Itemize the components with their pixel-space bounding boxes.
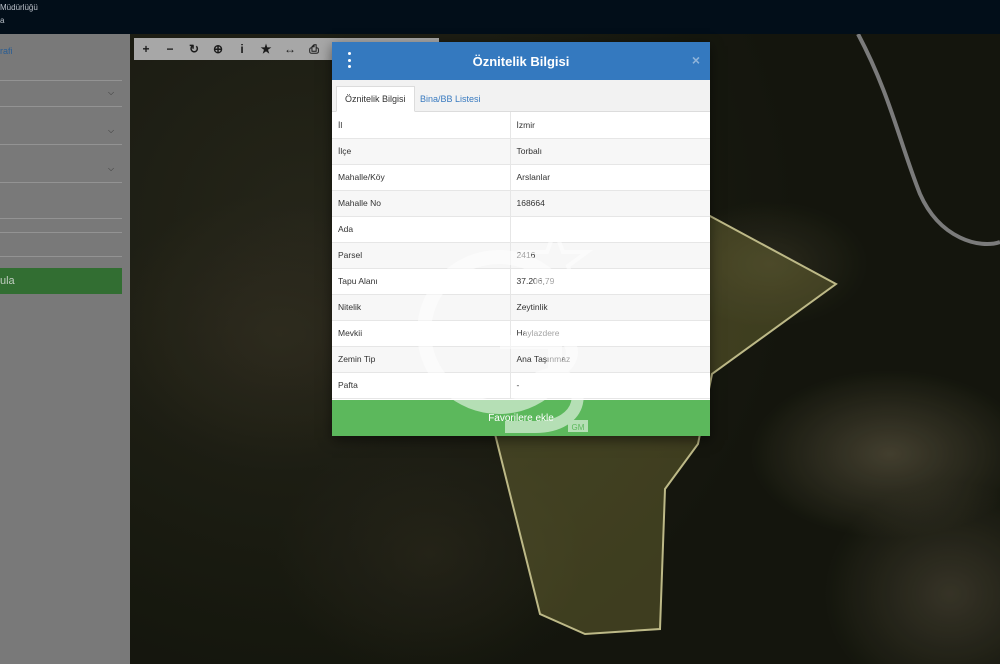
tab-attributes[interactable]: Öznitelik Bilgisi: [336, 86, 415, 112]
table-row: Mahalle/Köy Arslanlar: [332, 164, 710, 191]
attribute-value: -: [510, 372, 710, 399]
table-row: Ada: [332, 216, 710, 243]
dialog-title: Öznitelik Bilgisi: [472, 53, 570, 69]
attribute-key: Ada: [332, 216, 511, 243]
table-row: Parsel 2416: [332, 242, 710, 269]
kebab-menu-icon[interactable]: [346, 52, 352, 68]
table-row: İlçe Torbalı: [332, 138, 710, 165]
attribute-value: Arslanlar: [510, 164, 710, 191]
attribute-key: Zemin Tip: [332, 346, 511, 373]
attribute-dialog: Öznitelik Bilgisi × Öznitelik Bilgisi Bi…: [332, 42, 710, 436]
table-row: Mevkii Haylazdere: [332, 320, 710, 347]
attribute-value: İzmir: [510, 112, 710, 139]
attribute-value: [510, 216, 710, 243]
attribute-key: İlçe: [332, 138, 511, 165]
attribute-key: İl: [332, 112, 511, 139]
table-row: Pafta -: [332, 372, 710, 399]
table-row: Mahalle No 168664: [332, 190, 710, 217]
add-favorites-button[interactable]: Favorilere ekle: [332, 400, 710, 436]
table-row: İl İzmir: [332, 112, 710, 139]
table-row: Nitelik Zeytinlik: [332, 294, 710, 321]
attribute-key: Tapu Alanı: [332, 268, 511, 295]
close-icon[interactable]: ×: [692, 52, 700, 68]
attribute-key: Parsel: [332, 242, 511, 269]
dialog-header: Öznitelik Bilgisi ×: [332, 42, 710, 80]
attribute-value: Haylazdere: [510, 320, 710, 347]
table-row: Tapu Alanı 37.206,79: [332, 268, 710, 295]
attribute-key: Nitelik: [332, 294, 511, 321]
table-row: Zemin Tip Ana Taşınmaz: [332, 346, 710, 373]
attribute-value: 37.206,79: [510, 268, 710, 295]
attribute-key: Mevkii: [332, 320, 511, 347]
attribute-value: Torbalı: [510, 138, 710, 165]
attribute-value: Zeytinlik: [510, 294, 710, 321]
tab-building-list[interactable]: Bina/BB Listesi: [412, 86, 489, 112]
attribute-value: 2416: [510, 242, 710, 269]
attribute-table: İl İzmir İlçe Torbalı Mahalle/Köy Arslanlar Ma…: [332, 112, 710, 399]
attribute-key: Mahalle No: [332, 190, 511, 217]
attribute-value: 168664: [510, 190, 710, 217]
dialog-tabs: Öznitelik Bilgisi Bina/BB Listesi: [332, 80, 710, 112]
attribute-key: Pafta: [332, 372, 511, 399]
attribute-value: Ana Taşınmaz: [510, 346, 710, 373]
attribute-key: Mahalle/Köy: [332, 164, 511, 191]
